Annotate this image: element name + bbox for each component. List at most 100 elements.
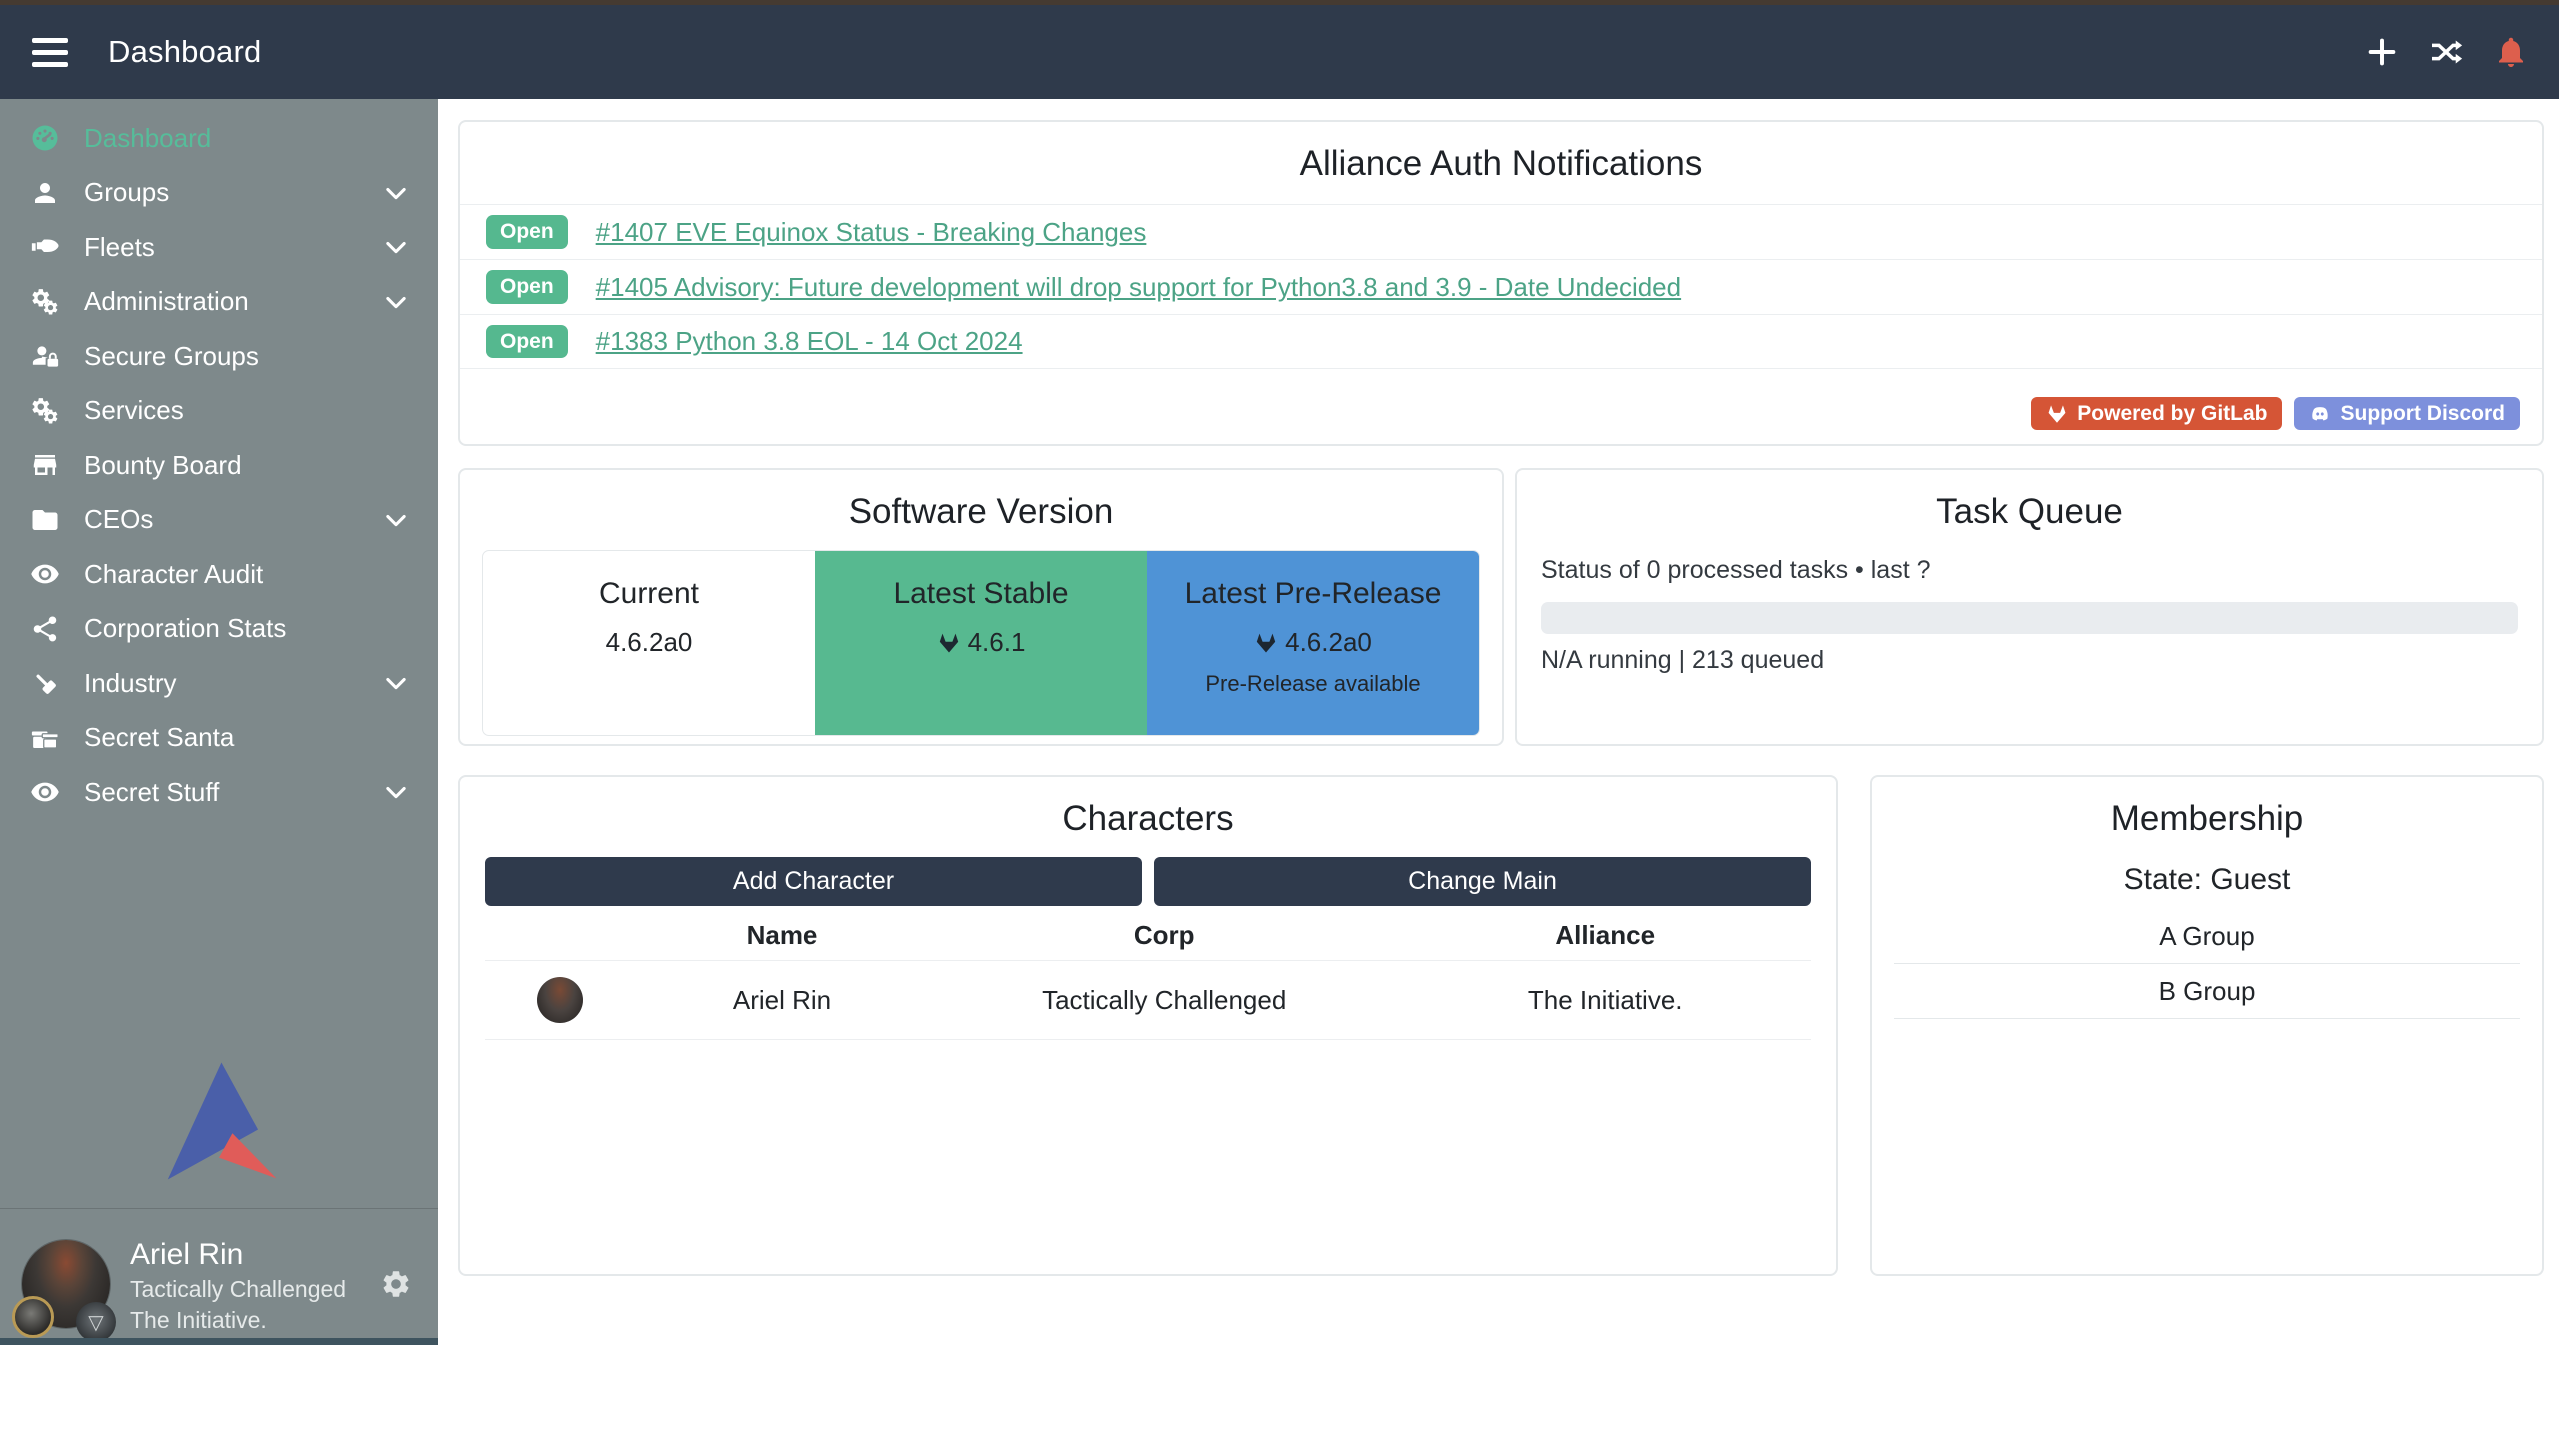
- status-badge: Open: [486, 270, 568, 303]
- column-header-corp: Corp: [929, 920, 1399, 951]
- plus-icon[interactable]: [2365, 35, 2399, 69]
- top-navbar: Dashboard: [0, 5, 2559, 99]
- dashboard-gauge-icon: [28, 123, 62, 153]
- software-version-panel: Software Version Current 4.6.2a0 Latest …: [458, 468, 1504, 746]
- notification-row: Open #1383 Python 3.8 EOL - 14 Oct 2024: [460, 314, 2542, 369]
- status-badge: Open: [486, 215, 568, 248]
- version-value: 4.6.1: [968, 627, 1026, 658]
- sidebar-item-label: Fleets: [84, 232, 155, 263]
- share-icon: [28, 614, 62, 644]
- sidebar-item-bounty-board[interactable]: Bounty Board: [0, 438, 438, 493]
- task-progress-bar: [1541, 602, 2518, 634]
- sidebar-item-label: Bounty Board: [84, 450, 242, 481]
- user-card: ▽ Ariel Rin Tactically Challenged The In…: [0, 1234, 438, 1437]
- sidebar-item-fleets[interactable]: Fleets: [0, 220, 438, 275]
- space-shuttle-icon: [28, 232, 62, 262]
- character-corp: Tactically Challenged: [929, 985, 1399, 1016]
- version-current: Current 4.6.2a0: [483, 551, 815, 735]
- sidebar-item-label: Industry: [84, 668, 177, 699]
- cogs-icon: [28, 396, 62, 426]
- user-alliance: The Initiative.: [130, 1305, 346, 1336]
- eye-icon: [28, 559, 62, 589]
- sidebar-item-dashboard[interactable]: Dashboard: [0, 111, 438, 166]
- version-latest-prerelease: Latest Pre-Release 4.6.2a0 Pre-Release a…: [1147, 551, 1479, 735]
- prerelease-note: Pre-Release available: [1147, 671, 1479, 697]
- sidebar-item-corporation-stats[interactable]: Corporation Stats: [0, 602, 438, 657]
- main-content: Alliance Auth Notifications Open #1407 E…: [438, 99, 2559, 1345]
- sidebar-item-label: Character Audit: [84, 559, 263, 590]
- hamburger-menu-icon[interactable]: [28, 32, 72, 73]
- version-latest-stable: Latest Stable 4.6.1: [815, 551, 1147, 735]
- hammer-icon: [28, 668, 62, 698]
- membership-title: Membership: [1872, 799, 2542, 839]
- membership-group: B Group: [1894, 964, 2520, 1019]
- task-queue-title: Task Queue: [1517, 492, 2542, 532]
- membership-group: A Group: [1894, 909, 2520, 964]
- sidebar-item-label: Secret Stuff: [84, 777, 219, 808]
- column-header-name: Name: [635, 920, 929, 951]
- sidebar-item-secure-groups[interactable]: Secure Groups: [0, 329, 438, 384]
- sidebar-bottom-strip: [0, 1338, 438, 1345]
- add-character-button[interactable]: Add Character: [485, 857, 1142, 906]
- sidebar-item-secret-stuff[interactable]: Secret Stuff: [0, 765, 438, 820]
- sidebar: Dashboard Groups Fleets Administration S…: [0, 99, 438, 1345]
- sidebar-divider: [0, 1208, 438, 1209]
- sidebar-item-label: Secure Groups: [84, 341, 259, 372]
- character-row[interactable]: Ariel Rin Tactically Challenged The Init…: [485, 960, 1811, 1040]
- folder-icon: [28, 505, 62, 535]
- notification-link[interactable]: #1407 EVE Equinox Status - Breaking Chan…: [596, 217, 1147, 248]
- gear-icon[interactable]: [380, 1268, 412, 1300]
- sidebar-item-label: Corporation Stats: [84, 613, 286, 644]
- chevron-down-icon: [382, 669, 410, 697]
- notification-row: Open #1405 Advisory: Future development …: [460, 259, 2542, 314]
- sidebar-item-industry[interactable]: Industry: [0, 656, 438, 711]
- gitlab-icon: [1254, 631, 1278, 655]
- alliance-auth-logo: [0, 1057, 438, 1185]
- corp-logo-badge: [12, 1296, 54, 1338]
- gifts-icon: [28, 723, 62, 753]
- sidebar-item-label: Secret Santa: [84, 722, 234, 753]
- support-discord-badge[interactable]: Support Discord: [2294, 397, 2520, 430]
- notifications-panel: Alliance Auth Notifications Open #1407 E…: [458, 120, 2544, 446]
- chevron-down-icon: [382, 179, 410, 207]
- alliance-logo-badge: ▽: [76, 1302, 116, 1342]
- version-value: 4.6.2a0: [606, 627, 693, 658]
- discord-badge-label: Support Discord: [2340, 402, 2505, 426]
- sidebar-item-groups[interactable]: Groups: [0, 166, 438, 221]
- chevron-down-icon: [382, 288, 410, 316]
- sidebar-item-label: Dashboard: [84, 123, 211, 154]
- powered-by-gitlab-badge[interactable]: Powered by GitLab: [2031, 397, 2282, 430]
- column-header-alliance: Alliance: [1399, 920, 1811, 951]
- sidebar-item-services[interactable]: Services: [0, 384, 438, 439]
- version-box: Current 4.6.2a0 Latest Stable 4.6.1 Late…: [482, 550, 1480, 736]
- store-icon: [28, 450, 62, 480]
- user-icon: [28, 178, 62, 208]
- character-alliance: The Initiative.: [1399, 985, 1811, 1016]
- change-main-button[interactable]: Change Main: [1154, 857, 1811, 906]
- notification-link[interactable]: #1383 Python 3.8 EOL - 14 Oct 2024: [596, 326, 1023, 357]
- version-label: Latest Stable: [815, 577, 1147, 611]
- shuffle-icon[interactable]: [2429, 36, 2463, 68]
- page-title: Dashboard: [108, 34, 261, 70]
- task-queue-counts: N/A running | 213 queued: [1541, 646, 2518, 675]
- characters-title: Characters: [460, 799, 1836, 839]
- bell-icon[interactable]: [2493, 34, 2529, 70]
- eye-icon: [28, 777, 62, 807]
- discord-icon: [2309, 403, 2331, 425]
- character-name: Ariel Rin: [635, 985, 929, 1016]
- sidebar-item-label: CEOs: [84, 504, 153, 535]
- sidebar-item-administration[interactable]: Administration: [0, 275, 438, 330]
- characters-table-header: Name Corp Alliance: [485, 910, 1811, 960]
- sidebar-item-secret-santa[interactable]: Secret Santa: [0, 711, 438, 766]
- sidebar-item-ceos[interactable]: CEOs: [0, 493, 438, 548]
- task-queue-status: Status of 0 processed tasks • last ?: [1541, 556, 2518, 585]
- characters-panel: Characters Add Character Change Main Nam…: [458, 775, 1838, 1276]
- user-lock-icon: [28, 341, 62, 371]
- sidebar-item-character-audit[interactable]: Character Audit: [0, 547, 438, 602]
- membership-panel: Membership State: Guest A Group B Group: [1870, 775, 2544, 1276]
- sidebar-item-label: Groups: [84, 177, 169, 208]
- characters-table: Name Corp Alliance Ariel Rin Tactically …: [485, 910, 1811, 1040]
- user-corp: Tactically Challenged: [130, 1274, 346, 1305]
- software-version-title: Software Version: [460, 492, 1502, 532]
- notification-link[interactable]: #1405 Advisory: Future development will …: [596, 272, 1681, 303]
